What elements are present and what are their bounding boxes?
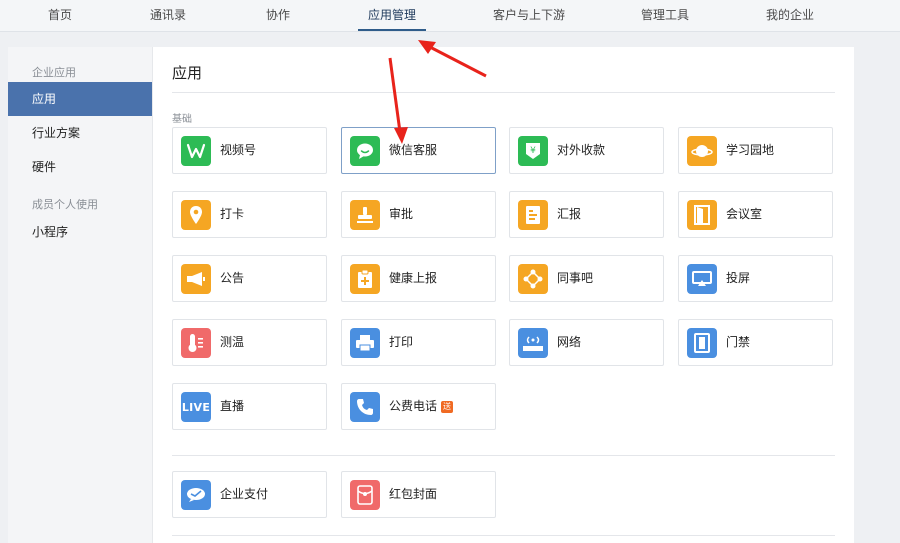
app-tile-video-channel[interactable]: 视频号 xyxy=(172,127,327,174)
section-divider xyxy=(172,455,835,456)
video-channel-icon xyxy=(181,136,211,166)
app-label: 测温 xyxy=(220,335,245,349)
app-label: 企业支付 xyxy=(220,487,269,501)
app-label: 会议室 xyxy=(726,207,763,221)
app-tile-print[interactable]: 打印 xyxy=(341,319,496,366)
app-tile-colleague-forum[interactable]: 同事吧 xyxy=(509,255,664,302)
app-tile-access-control[interactable]: 门禁 xyxy=(678,319,833,366)
app-tile-external-payment[interactable]: ¥ 对外收款 xyxy=(509,127,664,174)
app-tile-report[interactable]: 汇报 xyxy=(509,191,664,238)
door-access-icon xyxy=(687,328,717,358)
app-tile-enterprise-pay[interactable]: 企业支付 xyxy=(172,471,327,518)
sidebar-item-mini-programs[interactable]: 小程序 xyxy=(8,215,152,249)
stamp-icon xyxy=(350,200,380,230)
nav-home[interactable]: 首页 xyxy=(48,0,72,31)
app-label: 对外收款 xyxy=(557,143,606,157)
red-envelope-icon xyxy=(350,480,380,510)
app-tile-meeting-room[interactable]: 会议室 xyxy=(678,191,833,238)
app-tile-wechat-service[interactable]: 微信客服 xyxy=(341,127,496,174)
app-label: 汇报 xyxy=(557,207,582,221)
payment-icon: ¥ xyxy=(518,136,548,166)
nav-app-management[interactable]: 应用管理 xyxy=(368,0,416,31)
main-panel: 企业应用 应用 行业方案 硬件 成员个人使用 小程序 应用 基础 视频号 微信客… xyxy=(8,47,854,543)
sidebar: 企业应用 应用 行业方案 硬件 成员个人使用 小程序 xyxy=(8,47,153,543)
megaphone-icon xyxy=(181,264,211,294)
phone-icon xyxy=(350,392,380,422)
app-label: 审批 xyxy=(389,207,414,221)
content-area: 应用 基础 视频号 微信客服 ¥ 对外收款 学习园地 打卡 审批 汇报 会议室 … xyxy=(153,47,854,543)
app-tile-health-report[interactable]: 健康上报 xyxy=(341,255,496,302)
app-label: 健康上报 xyxy=(389,271,438,285)
enterprise-pay-icon xyxy=(181,480,211,510)
app-label: 红包封面 xyxy=(389,487,438,501)
live-icon: LIVE xyxy=(181,392,211,422)
title-divider xyxy=(172,92,835,93)
app-label: 视频号 xyxy=(220,143,257,157)
app-tile-check-in[interactable]: 打卡 xyxy=(172,191,327,238)
active-tab-underline xyxy=(358,29,426,31)
app-label: 网络 xyxy=(557,335,582,349)
nav-collaboration[interactable]: 协作 xyxy=(266,0,290,31)
sidebar-section-enterprise-apps: 企业应用 xyxy=(32,66,76,79)
planet-icon xyxy=(687,136,717,166)
app-tile-learning-center[interactable]: 学习园地 xyxy=(678,127,833,174)
app-label: 公告 xyxy=(220,271,245,285)
app-label: 门禁 xyxy=(726,335,751,349)
app-tile-temperature[interactable]: 测温 xyxy=(172,319,327,366)
thermometer-icon xyxy=(181,328,211,358)
screen-cast-icon xyxy=(687,264,717,294)
nav-customers-upstream-downstream[interactable]: 客户与上下游 xyxy=(493,0,565,31)
app-tile-paid-phone[interactable]: 公费电话送 xyxy=(341,383,496,430)
health-clipboard-icon xyxy=(350,264,380,294)
app-tile-approval[interactable]: 审批 xyxy=(341,191,496,238)
app-label-text: 公费电话 xyxy=(389,399,438,413)
bottom-divider xyxy=(172,535,835,536)
app-tile-announcement[interactable]: 公告 xyxy=(172,255,327,302)
app-label: 打卡 xyxy=(220,207,245,221)
top-nav: 首页 通讯录 协作 应用管理 客户与上下游 管理工具 我的企业 xyxy=(0,0,900,32)
app-tile-network[interactable]: 网络 xyxy=(509,319,664,366)
app-label: 同事吧 xyxy=(557,271,594,285)
app-label: 学习园地 xyxy=(726,143,775,157)
app-tile-live[interactable]: LIVE 直播 xyxy=(172,383,327,430)
app-tile-red-envelope-cover[interactable]: 红包封面 xyxy=(341,471,496,518)
report-icon xyxy=(518,200,548,230)
sidebar-item-apps[interactable]: 应用 xyxy=(8,82,152,116)
app-label: 微信客服 xyxy=(389,143,438,157)
svg-text:¥: ¥ xyxy=(530,146,536,156)
app-tile-screen-cast[interactable]: 投屏 xyxy=(678,255,833,302)
printer-icon xyxy=(350,328,380,358)
wifi-router-icon xyxy=(518,328,548,358)
diamond-nodes-icon xyxy=(518,264,548,294)
door-icon xyxy=(687,200,717,230)
nav-contacts[interactable]: 通讯录 xyxy=(150,0,186,31)
gift-badge: 送 xyxy=(441,401,454,413)
app-label: 打印 xyxy=(389,335,414,349)
nav-my-enterprise[interactable]: 我的企业 xyxy=(766,0,814,31)
group-label-basic: 基础 xyxy=(172,114,192,125)
location-pin-icon xyxy=(181,200,211,230)
wechat-service-icon xyxy=(350,136,380,166)
sidebar-item-industry-solutions[interactable]: 行业方案 xyxy=(8,116,152,150)
sidebar-section-member-use: 成员个人使用 xyxy=(32,198,98,211)
app-label: 直播 xyxy=(220,399,245,413)
page-title: 应用 xyxy=(172,64,203,82)
nav-management-tools[interactable]: 管理工具 xyxy=(641,0,689,31)
app-label: 投屏 xyxy=(726,271,751,285)
app-label: 公费电话送 xyxy=(389,384,454,429)
sidebar-item-hardware[interactable]: 硬件 xyxy=(8,150,152,184)
